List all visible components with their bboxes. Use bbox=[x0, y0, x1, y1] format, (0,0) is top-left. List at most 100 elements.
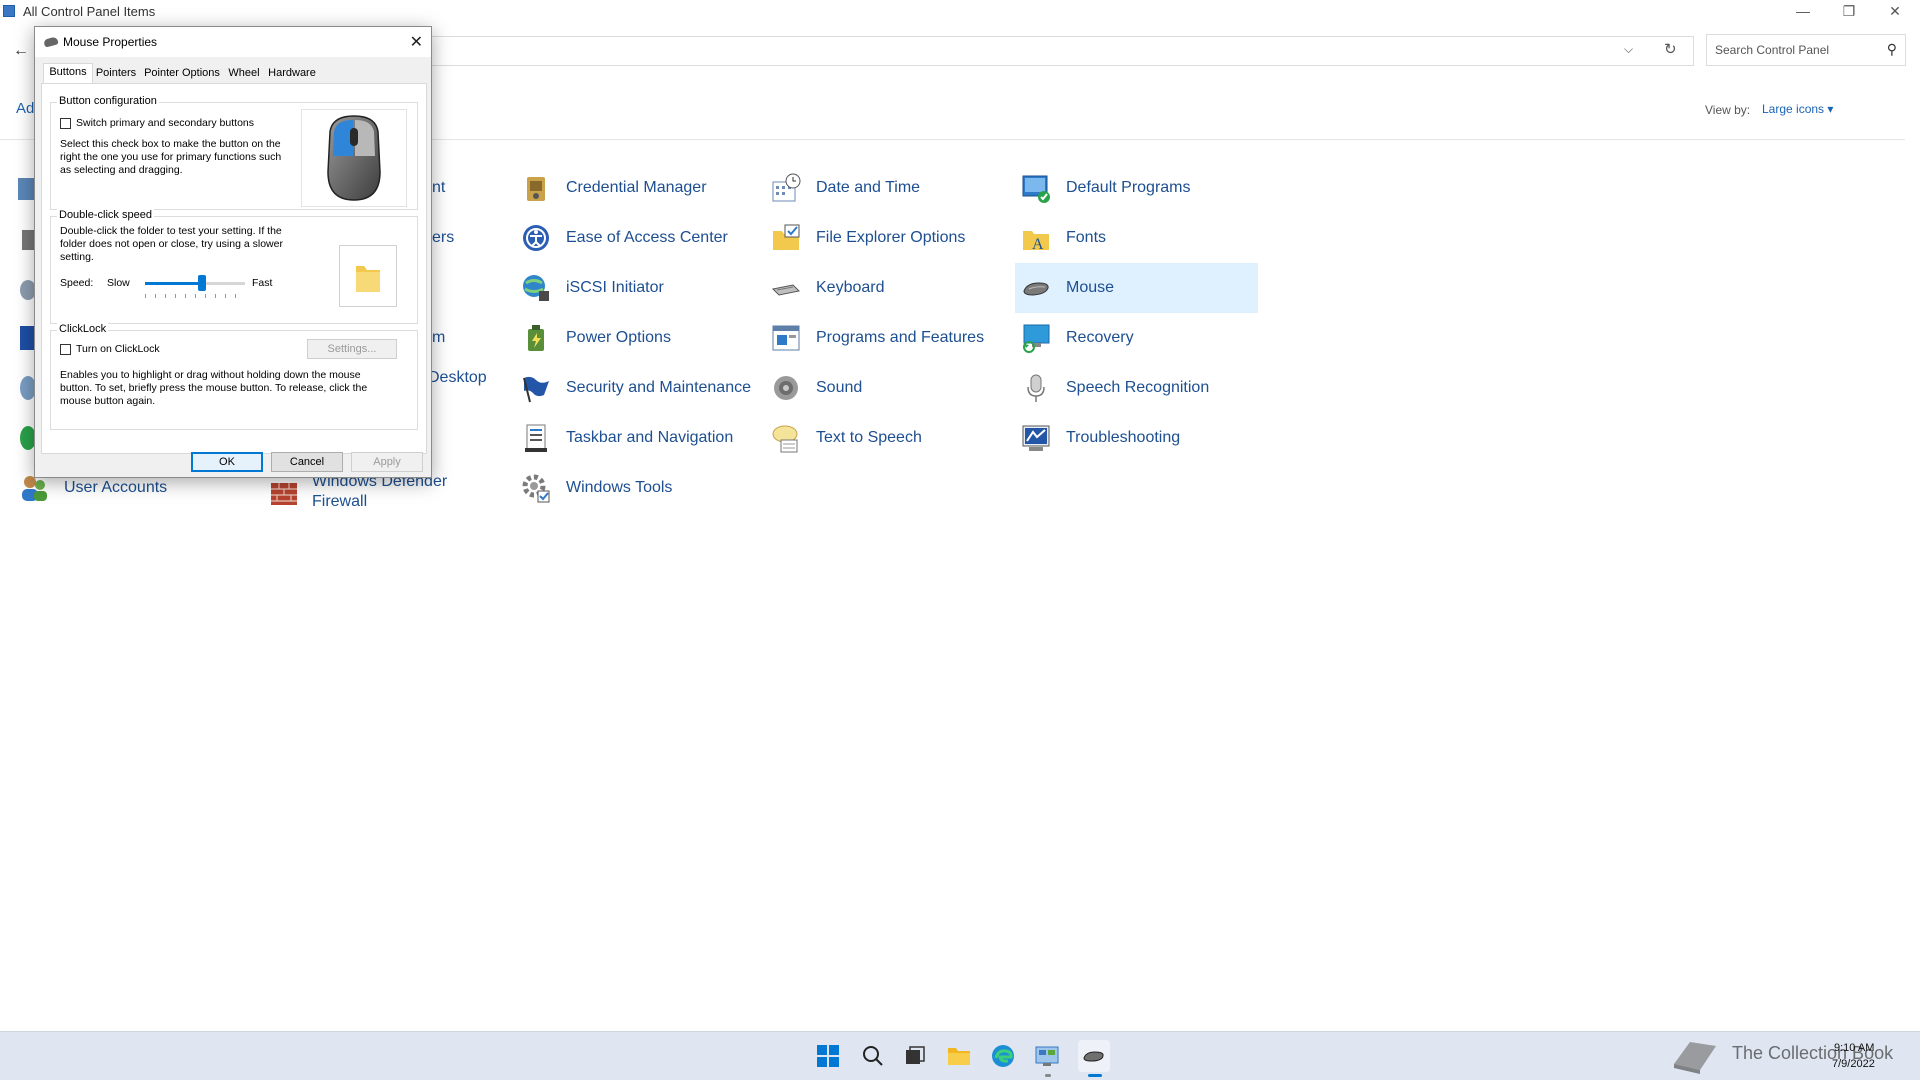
svg-text:A: A bbox=[1032, 236, 1044, 253]
button-configuration-group: Button configuration Switch primary and … bbox=[50, 95, 418, 210]
double-click-speed-group: Double-click speed Double-click the fold… bbox=[50, 209, 418, 324]
cp-item-label: m bbox=[432, 329, 446, 346]
firewall-icon bbox=[268, 476, 300, 508]
cp-item-file-explorer-options[interactable]: File Explorer Options bbox=[770, 213, 1010, 263]
troubleshooting-icon bbox=[1020, 422, 1052, 454]
mouse-icon bbox=[43, 36, 59, 48]
refresh-button[interactable]: ↻ bbox=[1664, 40, 1684, 60]
apply-button[interactable]: Apply bbox=[351, 452, 423, 472]
mouse-preview bbox=[301, 109, 407, 207]
cp-item-label: Sound bbox=[816, 379, 863, 396]
cp-item-power-options[interactable]: Power Options bbox=[520, 313, 760, 363]
description-line: button. To set, briefly press the mouse … bbox=[60, 382, 368, 394]
minimize-button[interactable]: — bbox=[1780, 0, 1826, 22]
search-placeholder: Search Control Panel bbox=[1715, 43, 1830, 57]
cp-item-label: Taskbar and Navigation bbox=[566, 429, 734, 446]
slider-thumb[interactable] bbox=[198, 275, 206, 291]
clicklock-settings-button[interactable]: Settings... bbox=[307, 339, 397, 359]
cp-item-default-programs[interactable]: Default Programs bbox=[1020, 163, 1260, 213]
book-watermark-icon bbox=[1670, 1036, 1720, 1076]
cp-item-label: Desktop bbox=[428, 369, 487, 386]
cp-item-date-time[interactable]: Date and Time bbox=[770, 163, 1010, 213]
sound-icon bbox=[770, 372, 802, 404]
start-icon[interactable] bbox=[815, 1043, 841, 1069]
switch-buttons-checkbox[interactable] bbox=[60, 118, 71, 129]
file-explorer-icon[interactable] bbox=[946, 1043, 972, 1069]
slider-ticks bbox=[145, 294, 245, 298]
cp-item-security-maintenance[interactable]: Security and Maintenance bbox=[520, 363, 780, 413]
cp-item-credential-manager[interactable]: Credential Manager bbox=[520, 163, 760, 213]
back-button[interactable]: ← bbox=[8, 40, 34, 62]
iscsi-icon bbox=[520, 272, 552, 304]
search-input[interactable]: Search Control Panel ⚲ bbox=[1706, 34, 1906, 66]
cp-item-sound[interactable]: Sound bbox=[770, 363, 1010, 413]
clock-time[interactable]: 9:10 AM bbox=[1834, 1042, 1874, 1054]
recovery-icon bbox=[1020, 322, 1052, 354]
power-options-icon bbox=[520, 322, 552, 354]
cp-item-label: Security and Maintenance bbox=[566, 379, 751, 396]
checkbox-label[interactable]: Turn on ClickLock bbox=[76, 343, 160, 356]
address-dropdown-button[interactable]: ⌵ bbox=[1624, 42, 1644, 60]
slow-label: Slow bbox=[107, 277, 130, 289]
mouse-properties-taskbar-icon[interactable] bbox=[1078, 1040, 1110, 1072]
clock-date[interactable]: 7/9/2022 bbox=[1832, 1058, 1875, 1070]
cp-item-label-group: Windows Defender Firewall bbox=[312, 472, 447, 512]
cp-item-label: Credential Manager bbox=[566, 179, 707, 196]
window-title-bar: All Control Panel Items — ❐ ✕ bbox=[0, 0, 1920, 22]
view-by-dropdown[interactable]: Large icons ▾ bbox=[1762, 102, 1833, 116]
cp-item-label-line2: Firewall bbox=[312, 493, 368, 510]
fonts-icon: A bbox=[1020, 222, 1052, 254]
close-button[interactable]: ✕ bbox=[1872, 0, 1918, 22]
mouse-icon bbox=[1020, 272, 1052, 304]
cp-item-label: Recovery bbox=[1066, 329, 1134, 346]
credential-manager-icon bbox=[520, 172, 552, 204]
partial-icon[interactable] bbox=[20, 326, 34, 350]
cp-item-taskbar-navigation[interactable]: Taskbar and Navigation bbox=[520, 413, 780, 463]
window-title: All Control Panel Items bbox=[23, 4, 156, 19]
dialog-close-button[interactable]: ✕ bbox=[410, 32, 423, 52]
search-icon[interactable]: ⚲ bbox=[1887, 41, 1897, 58]
search-icon[interactable] bbox=[860, 1043, 886, 1069]
cp-item-mouse[interactable]: Mouse bbox=[1015, 263, 1258, 313]
task-view-icon[interactable] bbox=[902, 1043, 928, 1069]
edge-browser-icon[interactable] bbox=[990, 1043, 1016, 1069]
taskbar-icon bbox=[520, 422, 552, 454]
programs-features-icon bbox=[770, 322, 802, 354]
date-time-icon bbox=[770, 172, 802, 204]
cp-item-label: File Explorer Options bbox=[816, 229, 966, 246]
checkbox-label[interactable]: Switch primary and secondary buttons bbox=[76, 117, 254, 130]
clicklock-group: ClickLock Turn on ClickLock Settings... … bbox=[50, 323, 418, 430]
double-click-speed-slider[interactable] bbox=[145, 274, 245, 300]
address-bar[interactable] bbox=[430, 36, 1694, 66]
default-programs-icon bbox=[1020, 172, 1052, 204]
test-folder-area[interactable] bbox=[339, 245, 397, 307]
cancel-button[interactable]: Cancel bbox=[271, 452, 343, 472]
cp-item-ease-of-access[interactable]: Ease of Access Center bbox=[520, 213, 760, 263]
security-flag-icon bbox=[520, 372, 552, 404]
cp-item-speech-recognition[interactable]: Speech Recognition bbox=[1020, 363, 1260, 413]
cp-item-windows-tools[interactable]: Windows Tools bbox=[520, 463, 760, 513]
clicklock-checkbox[interactable] bbox=[60, 344, 71, 355]
cp-item-recovery[interactable]: Recovery bbox=[1020, 313, 1260, 363]
cp-item-text-to-speech[interactable]: Text to Speech bbox=[770, 413, 1010, 463]
group-label: Button configuration bbox=[57, 95, 159, 107]
cp-item-troubleshooting[interactable]: Troubleshooting bbox=[1020, 413, 1260, 463]
cp-item-keyboard[interactable]: Keyboard bbox=[770, 263, 1010, 313]
view-by-label: View by: bbox=[1705, 103, 1751, 117]
restore-button[interactable]: ❐ bbox=[1826, 0, 1872, 22]
description-line: Enables you to highlight or drag without… bbox=[60, 369, 361, 381]
control-panel-icon[interactable] bbox=[1034, 1043, 1060, 1069]
cp-item-label: iSCSI Initiator bbox=[566, 279, 664, 296]
cp-item-fonts[interactable]: A Fonts bbox=[1020, 213, 1260, 263]
tab-panel-buttons: Button configuration Switch primary and … bbox=[41, 83, 427, 454]
cp-item-programs-features[interactable]: Programs and Features bbox=[770, 313, 1030, 363]
ok-button[interactable]: OK bbox=[191, 452, 263, 472]
dialog-title-bar: Mouse Properties ✕ bbox=[35, 27, 431, 57]
cp-item-iscsi-initiator[interactable]: iSCSI Initiator bbox=[520, 263, 760, 313]
dialog-title: Mouse Properties bbox=[63, 35, 158, 49]
cp-item-label: Speech Recognition bbox=[1066, 379, 1210, 396]
cp-item-label: Default Programs bbox=[1066, 179, 1191, 196]
text-to-speech-icon bbox=[770, 422, 802, 454]
cp-item-label: Ease of Access Center bbox=[566, 229, 728, 246]
cp-item-label: Fonts bbox=[1066, 229, 1107, 246]
